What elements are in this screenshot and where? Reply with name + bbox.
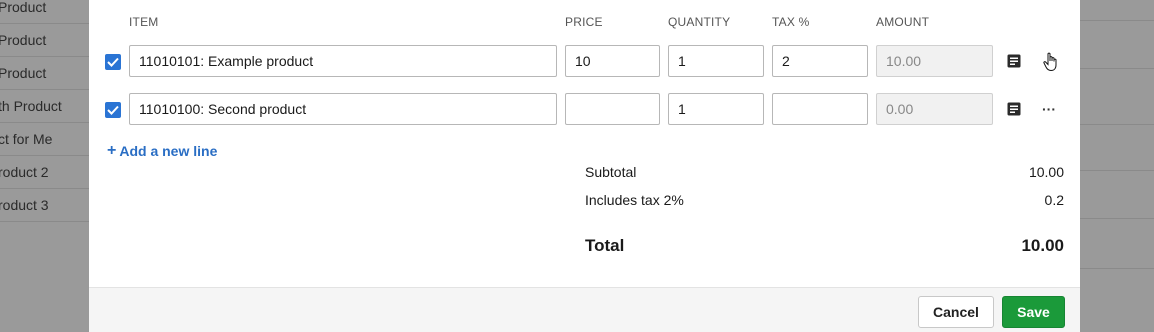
add-line-link[interactable]: + Add a new line (107, 142, 217, 160)
modal-footer: Cancel Save (89, 287, 1080, 332)
note-icon[interactable] (1007, 102, 1021, 116)
background-right-panel (1080, 0, 1154, 332)
cancel-button[interactable]: Cancel (918, 296, 994, 328)
note-icon[interactable] (1007, 54, 1021, 68)
quantity-input[interactable]: 1 (668, 93, 764, 125)
background-list-item: th Product (0, 90, 89, 123)
header-item: ITEM (129, 15, 159, 29)
background-list-item: ct for Me (0, 123, 89, 156)
hand-cursor-icon[interactable] (1042, 51, 1062, 73)
background-list-item: Product (0, 0, 89, 24)
header-quantity: QUANTITY (668, 15, 731, 29)
background-list-item: roduct 2 (0, 156, 89, 189)
total-label: Total (585, 236, 625, 255)
amount-field: 10.00 (876, 45, 993, 77)
header-tax: TAX % (772, 15, 810, 29)
subtotal-label: Subtotal (585, 164, 637, 180)
table-row: 11010100: Second product 1 0.00 ··· (89, 93, 1080, 127)
price-input[interactable]: 10 (565, 45, 660, 77)
item-input[interactable]: 11010101: Example product (129, 45, 557, 77)
tax-summary-label: Includes tax 2% (585, 192, 684, 208)
table-row: 11010101: Example product 10 1 2 10.00 (89, 45, 1080, 79)
background-list-item: roduct 3 (0, 189, 89, 222)
check-icon (107, 57, 119, 67)
total-value: 10.00 (1021, 236, 1064, 255)
tax-summary-value: 0.2 (1044, 192, 1064, 208)
subtotal-value: 10.00 (1028, 164, 1064, 180)
tax-input[interactable] (772, 93, 868, 125)
plus-icon: + (107, 142, 117, 159)
save-button[interactable]: Save (1002, 296, 1065, 328)
row-checkbox[interactable] (105, 54, 121, 70)
header-price: PRICE (565, 15, 603, 29)
check-icon (107, 105, 119, 115)
background-product-list: Product Product Product th Product ct fo… (0, 0, 89, 332)
price-input[interactable] (565, 93, 660, 125)
header-amount: AMOUNT (876, 15, 930, 29)
background-list-item: Product (0, 24, 89, 57)
row-checkbox[interactable] (105, 102, 121, 118)
tax-input[interactable]: 2 (772, 45, 868, 77)
amount-field: 0.00 (876, 93, 993, 125)
more-icon[interactable]: ··· (1039, 99, 1059, 119)
background-list-item: Product (0, 57, 89, 90)
quantity-input[interactable]: 1 (668, 45, 764, 77)
item-input[interactable]: 11010100: Second product (129, 93, 557, 125)
line-items-modal: ITEM PRICE QUANTITY TAX % AMOUNT 1101010… (89, 0, 1080, 332)
